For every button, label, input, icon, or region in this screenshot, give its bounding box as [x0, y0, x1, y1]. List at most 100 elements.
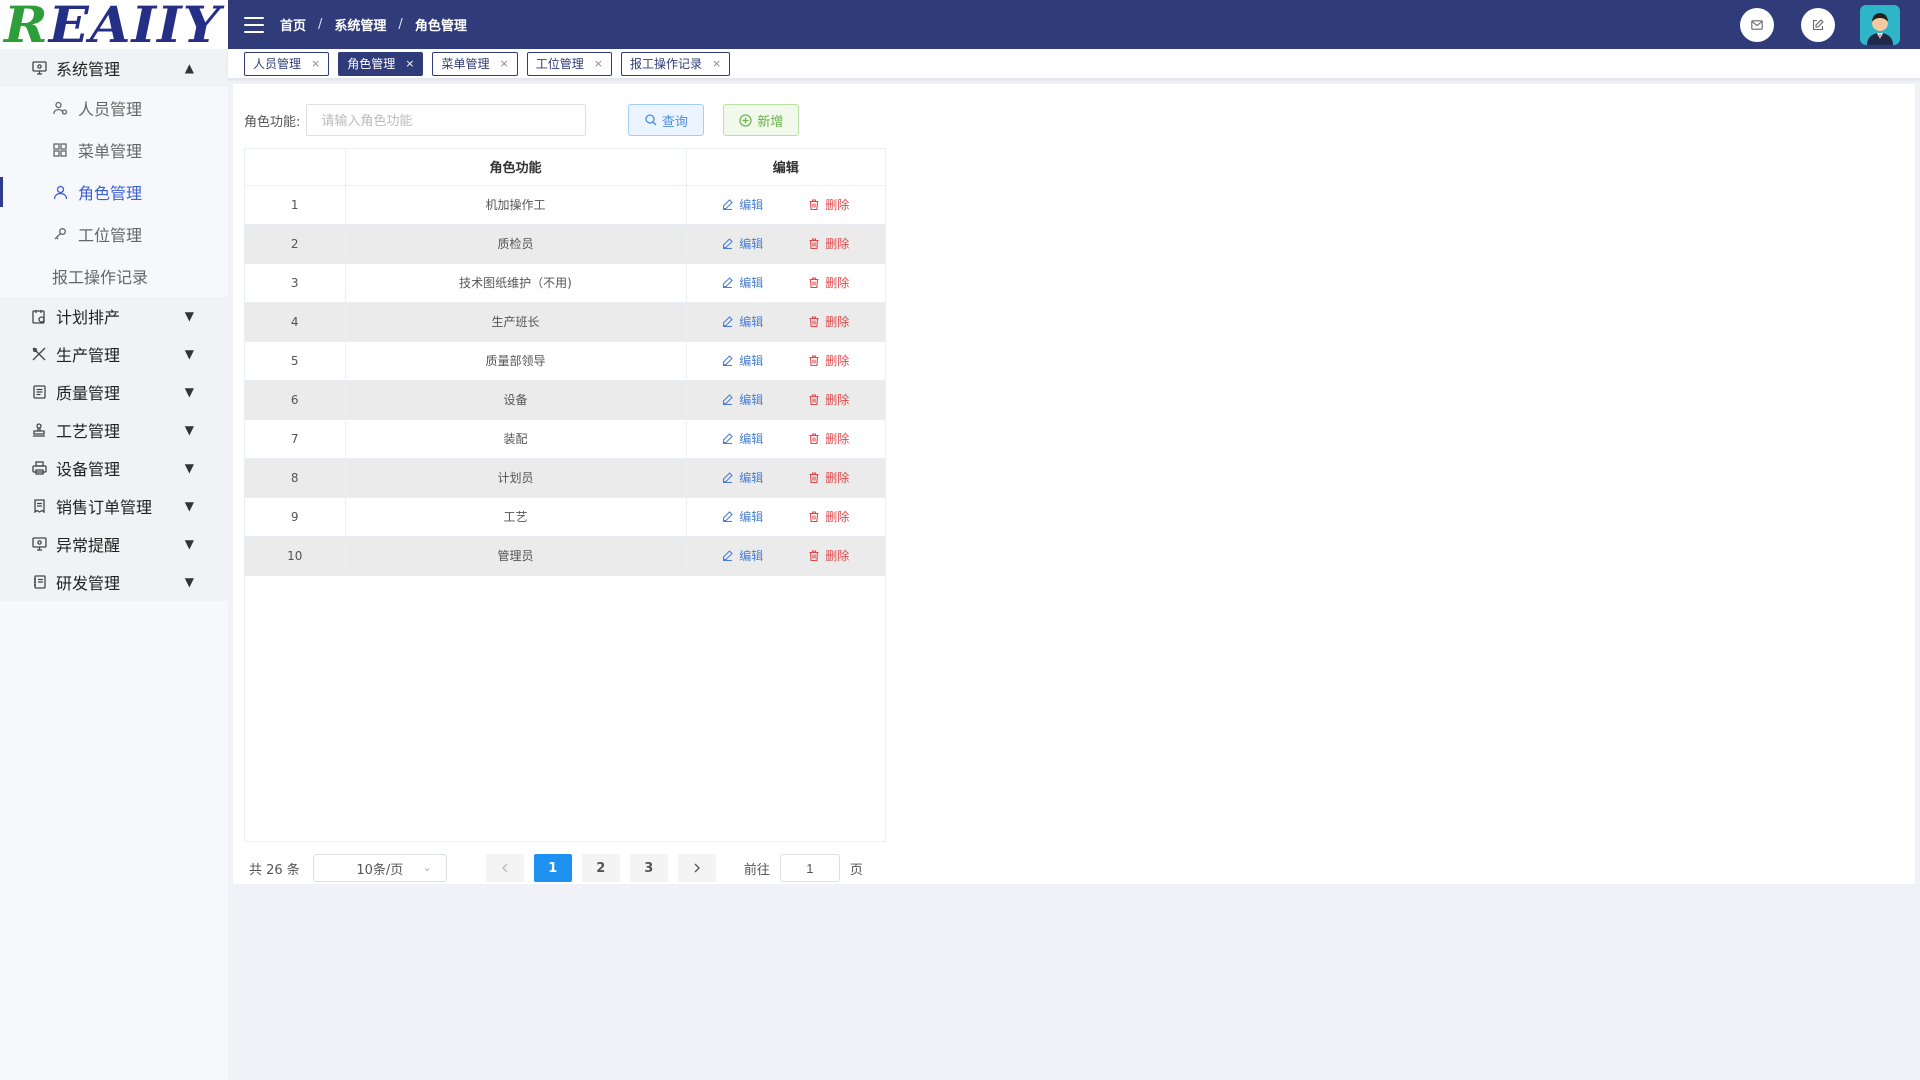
- edit-label: 编辑: [739, 237, 764, 251]
- menu-system-header[interactable]: 系统管理 ▲: [0, 49, 228, 87]
- row-role: 计划员: [345, 458, 687, 498]
- menu-group-system: 系统管理 ▲ 人员管理 菜单管理 角色管理 工位管理 报工操作记录: [0, 49, 228, 297]
- edit-button[interactable]: 编辑: [722, 274, 763, 291]
- menu-label: 质量管理: [56, 384, 121, 403]
- close-icon[interactable]: ×: [311, 57, 320, 70]
- breadcrumb-system[interactable]: 系统管理: [334, 15, 386, 34]
- menu-quality-header[interactable]: 质量管理 ▼: [0, 373, 228, 411]
- menu-alert-header[interactable]: 异常提醒 ▼: [0, 525, 228, 563]
- query-button[interactable]: 查询: [628, 104, 705, 136]
- edit-button[interactable]: 编辑: [722, 391, 763, 408]
- menu-rd-header[interactable]: 研发管理 ▼: [0, 563, 228, 601]
- search-icon: [645, 114, 657, 126]
- edit-label: 编辑: [739, 432, 764, 446]
- page-size-value: 10条/页: [356, 862, 404, 878]
- menu-toggle-icon[interactable]: [244, 16, 264, 33]
- row-role: 技术图纸维护（不用): [345, 263, 687, 303]
- edit-button[interactable]: 编辑: [722, 235, 763, 252]
- edit-button[interactable]: 编辑: [722, 196, 763, 213]
- close-icon[interactable]: ×: [712, 57, 721, 70]
- avatar[interactable]: [1860, 4, 1900, 45]
- column-header-role: 角色功能: [345, 149, 687, 186]
- total-count: 共 26 条: [249, 862, 300, 878]
- edit-icon: [722, 394, 736, 405]
- row-index: 6: [245, 380, 346, 420]
- notebook-icon: [30, 573, 48, 591]
- menu-sales-header[interactable]: 销售订单管理 ▼: [0, 487, 228, 525]
- table-row: 10 管理员 编辑 删除: [245, 536, 885, 576]
- delete-button[interactable]: 删除: [809, 547, 849, 564]
- delete-button[interactable]: 删除: [809, 196, 849, 213]
- close-icon[interactable]: ×: [499, 57, 508, 70]
- tab-station[interactable]: 工位管理 ×: [526, 51, 612, 76]
- delete-button[interactable]: 删除: [809, 235, 849, 252]
- goto-page-input[interactable]: [779, 854, 840, 882]
- table-header-row: 角色功能 编辑: [245, 149, 885, 186]
- delete-button[interactable]: 删除: [809, 469, 849, 486]
- breadcrumb-home[interactable]: 首页: [280, 15, 306, 34]
- sidebar-item-station[interactable]: 工位管理: [0, 213, 228, 255]
- trash-icon: [809, 355, 822, 366]
- next-page-button[interactable]: [677, 854, 716, 882]
- page-button-2[interactable]: 2: [581, 854, 620, 882]
- page-button-3[interactable]: 3: [629, 854, 668, 882]
- sidebar-item-label: 工位管理: [78, 226, 143, 245]
- delete-button[interactable]: 删除: [809, 391, 849, 408]
- edit-button[interactable]: 编辑: [722, 508, 763, 525]
- menu-process-header[interactable]: 工艺管理 ▼: [0, 411, 228, 449]
- delete-button[interactable]: 删除: [809, 508, 849, 525]
- delete-button[interactable]: 删除: [809, 352, 849, 369]
- close-icon[interactable]: ×: [594, 57, 603, 70]
- table-row: 5 质量部领导 编辑 删除: [245, 341, 885, 381]
- menu-production-header[interactable]: 生产管理 ▼: [0, 335, 228, 373]
- row-actions: 编辑 删除: [686, 458, 885, 498]
- sidebar-item-role[interactable]: 角色管理: [0, 171, 228, 213]
- edit-button[interactable]: 编辑: [722, 313, 763, 330]
- chevron-down-icon: ▼: [184, 347, 194, 361]
- sidebar-item-label: 报工操作记录: [52, 268, 149, 287]
- key-icon: [52, 226, 68, 242]
- sidebar-item-personnel[interactable]: 人员管理: [0, 87, 228, 129]
- table-body: 1 机加操作工 编辑 删除 2 质检员 编辑 删除 3 技术图纸维护（不用) 编辑 删除 4 生产班长 编辑…: [245, 185, 885, 576]
- edit-icon: [722, 511, 736, 522]
- add-button[interactable]: 新增: [723, 104, 800, 136]
- top-bar: 首页 / 系统管理 / 角色管理: [228, 0, 1920, 49]
- delete-button[interactable]: 删除: [809, 430, 849, 447]
- edit-icon[interactable]: [1801, 7, 1835, 42]
- menu-equipment-header[interactable]: 设备管理 ▼: [0, 449, 228, 487]
- page-size-select[interactable]: 10条/页 ⌄: [312, 854, 447, 882]
- system-submenu: 人员管理 菜单管理 角色管理 工位管理 报工操作记录: [0, 87, 228, 297]
- edit-button[interactable]: 编辑: [722, 469, 763, 486]
- trash-icon: [809, 433, 822, 444]
- sidebar-item-report-log[interactable]: 报工操作记录: [0, 255, 228, 297]
- tab-personnel[interactable]: 人员管理 ×: [244, 51, 330, 76]
- menu-label: 设备管理: [56, 460, 121, 479]
- menu-plan-header[interactable]: 计划排产 ▼: [0, 297, 228, 335]
- edit-label: 编辑: [739, 393, 764, 407]
- table-row: 4 生产班长 编辑 删除: [245, 302, 885, 342]
- table-row: 3 技术图纸维护（不用) 编辑 删除: [245, 263, 885, 303]
- table-row: 7 装配 编辑 删除: [245, 419, 885, 459]
- edit-label: 编辑: [739, 276, 764, 290]
- close-icon[interactable]: ×: [405, 57, 414, 70]
- sidebar-item-menu[interactable]: 菜单管理: [0, 129, 228, 171]
- prev-page-button[interactable]: [485, 854, 524, 882]
- edit-button[interactable]: 编辑: [722, 352, 763, 369]
- role-search-input[interactable]: [306, 104, 587, 136]
- user-icon: [52, 184, 68, 200]
- query-button-label: 查询: [661, 114, 688, 130]
- edit-button[interactable]: 编辑: [722, 547, 763, 564]
- page-button-1[interactable]: 1: [533, 854, 572, 882]
- delete-label: 删除: [825, 198, 850, 212]
- delete-button[interactable]: 删除: [809, 313, 849, 330]
- mail-icon[interactable]: [1740, 7, 1774, 42]
- chevron-down-icon: ▼: [184, 499, 194, 513]
- delete-button[interactable]: 删除: [809, 274, 849, 291]
- tab-report-log[interactable]: 报工操作记录 ×: [620, 51, 731, 76]
- chevron-down-icon: ▼: [184, 309, 194, 323]
- breadcrumb-separator: /: [318, 17, 323, 32]
- trash-icon: [809, 550, 822, 561]
- tab-menu[interactable]: 菜单管理 ×: [432, 51, 518, 76]
- tab-role[interactable]: 角色管理 ×: [338, 51, 424, 76]
- edit-button[interactable]: 编辑: [722, 430, 763, 447]
